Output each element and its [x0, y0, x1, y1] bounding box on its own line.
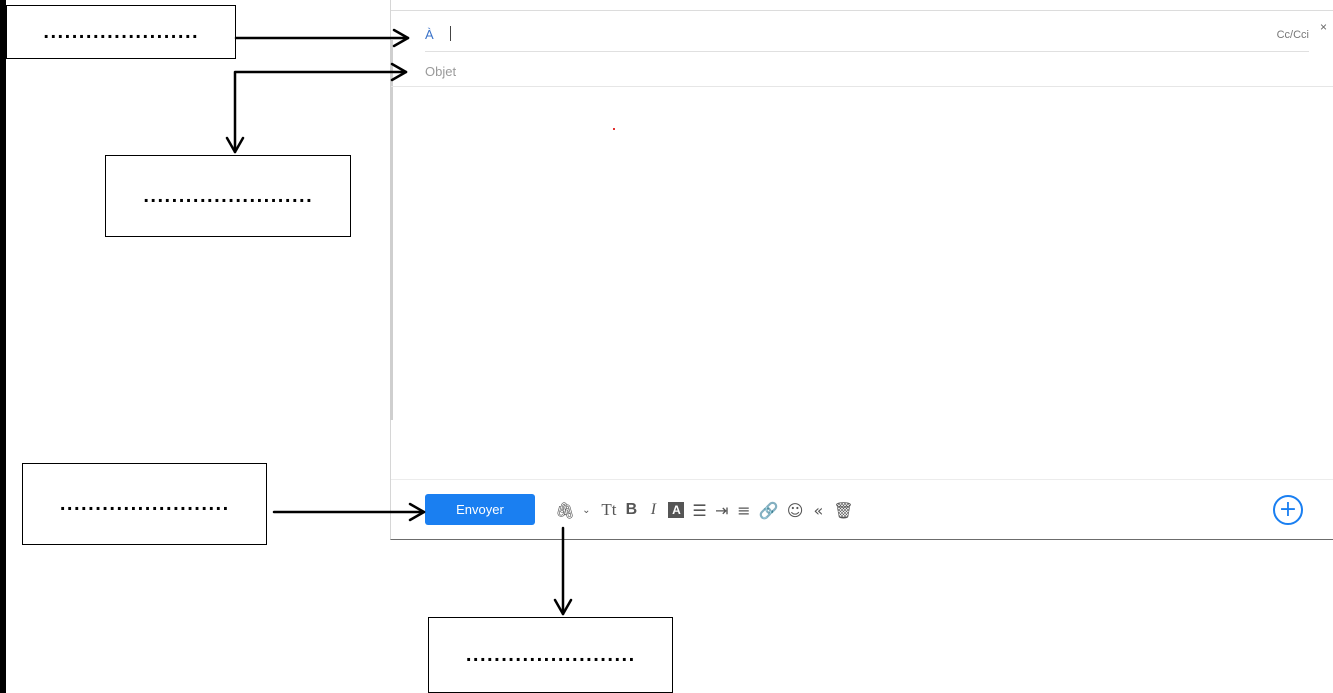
arrows-layer: [225, 28, 573, 616]
arrow-subject: [233, 70, 408, 154]
